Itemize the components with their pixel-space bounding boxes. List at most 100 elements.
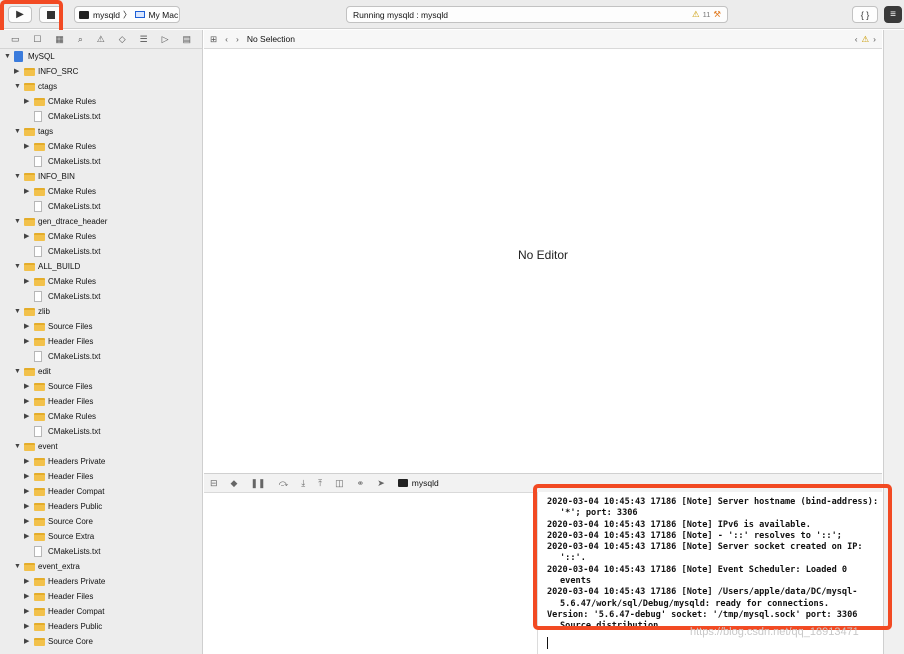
process-selector[interactable]: mysqld <box>397 478 439 488</box>
disclosure-closed-icon[interactable]: ▶ <box>24 529 29 544</box>
test-navigator-icon[interactable]: ◇ <box>119 34 126 45</box>
file-item[interactable]: CMakeLists.txt <box>0 199 202 214</box>
folder-item[interactable]: ▶ Header Files <box>0 334 202 349</box>
folder-item[interactable]: ▼ ALL_BUILD <box>0 259 202 274</box>
folder-item[interactable]: ▼ event_extra <box>0 559 202 574</box>
folder-item[interactable]: ▶ Header Files <box>0 469 202 484</box>
folder-item[interactable]: ▼ gen_dtrace_header <box>0 214 202 229</box>
disclosure-closed-icon[interactable]: ▶ <box>24 334 29 349</box>
pause-icon[interactable]: ❚❚ <box>250 478 265 489</box>
warning-icon[interactable]: ⚠ <box>862 34 870 45</box>
find-navigator-icon[interactable]: ⌕ <box>78 34 83 45</box>
step-over-icon[interactable]: ⤼ <box>279 478 289 489</box>
folder-item[interactable]: ▶ CMake Rules <box>0 409 202 424</box>
folder-item[interactable]: ▼ INFO_BIN <box>0 169 202 184</box>
disclosure-closed-icon[interactable]: ▶ <box>24 619 29 634</box>
folder-item[interactable]: ▶ Source Files <box>0 379 202 394</box>
disclosure-open-icon[interactable]: ▼ <box>14 214 21 229</box>
folder-item[interactable]: ▶ Header Files <box>0 589 202 604</box>
scheme-selector[interactable]: mysqld 〉 My Mac <box>74 6 180 23</box>
disclosure-closed-icon[interactable]: ▶ <box>24 604 29 619</box>
warnings-indicator[interactable]: ⚠ 11 ⚒ <box>692 9 721 20</box>
folder-item[interactable]: ▼ edit <box>0 364 202 379</box>
folder-item[interactable]: ▶ Headers Public <box>0 619 202 634</box>
folder-item[interactable]: ▶ Header Compat <box>0 604 202 619</box>
folder-item[interactable]: ▼ event <box>0 439 202 454</box>
library-button[interactable]: { } <box>852 6 878 23</box>
disclosure-closed-icon[interactable]: ▶ <box>14 64 19 79</box>
folder-item[interactable]: ▶ Headers Private <box>0 574 202 589</box>
disclosure-closed-icon[interactable]: ▶ <box>24 499 29 514</box>
symbol-navigator-icon[interactable]: ▦ <box>55 34 64 45</box>
disclosure-closed-icon[interactable]: ▶ <box>24 319 29 334</box>
report-navigator-icon[interactable]: ▤ <box>182 34 191 45</box>
disclosure-open-icon[interactable]: ▼ <box>14 259 21 274</box>
folder-item[interactable]: ▼ tags <box>0 124 202 139</box>
folder-item[interactable]: ▶ CMake Rules <box>0 274 202 289</box>
folder-item[interactable]: ▶ Source Files <box>0 319 202 334</box>
disclosure-open-icon[interactable]: ▼ <box>14 559 21 574</box>
folder-item[interactable]: ▶ Headers Private <box>0 454 202 469</box>
folder-item[interactable]: ▼ ctags <box>0 79 202 94</box>
disclosure-closed-icon[interactable]: ▶ <box>24 454 29 469</box>
disclosure-open-icon[interactable]: ▼ <box>14 169 21 184</box>
forward-arrow-icon[interactable]: › <box>236 34 239 44</box>
folder-item[interactable]: ▶ CMake Rules <box>0 94 202 109</box>
step-into-icon[interactable]: ⤓ <box>301 478 305 489</box>
source-control-icon[interactable]: ☐ <box>33 34 41 45</box>
disclosure-closed-icon[interactable]: ▶ <box>24 514 29 529</box>
next-issue-icon[interactable]: › <box>873 34 876 44</box>
folder-item[interactable]: ▶ Source Core <box>0 634 202 649</box>
disclosure-closed-icon[interactable]: ▶ <box>24 484 29 499</box>
disclosure-closed-icon[interactable]: ▶ <box>24 394 29 409</box>
folder-item[interactable]: ▶ Header Compat <box>0 484 202 499</box>
disclosure-closed-icon[interactable]: ▶ <box>24 574 29 589</box>
disclosure-open-icon[interactable]: ▼ <box>14 364 21 379</box>
folder-item[interactable]: ▶ CMake Rules <box>0 229 202 244</box>
previous-issue-icon[interactable]: ‹ <box>855 34 858 44</box>
disclosure-open-icon[interactable]: ▼ <box>14 304 21 319</box>
file-item[interactable]: CMakeLists.txt <box>0 349 202 364</box>
issue-navigator-icon[interactable]: ⚠ <box>97 34 105 45</box>
view-hierarchy-icon[interactable]: ◫ <box>335 478 344 489</box>
folder-item[interactable]: ▶ Headers Public <box>0 499 202 514</box>
disclosure-closed-icon[interactable]: ▶ <box>24 229 29 244</box>
folder-item[interactable]: ▶ CMake Rules <box>0 139 202 154</box>
folder-item[interactable]: ▶ INFO_SRC <box>0 64 202 79</box>
disclosure-closed-icon[interactable]: ▶ <box>24 409 29 424</box>
file-item[interactable]: CMakeLists.txt <box>0 154 202 169</box>
debug-navigator-icon[interactable]: ☰ <box>140 34 148 45</box>
file-item[interactable]: CMakeLists.txt <box>0 424 202 439</box>
folder-item[interactable]: ▼ MySQL <box>0 49 202 64</box>
file-item[interactable]: CMakeLists.txt <box>0 544 202 559</box>
disclosure-open-icon[interactable]: ▼ <box>14 124 21 139</box>
disclosure-open-icon[interactable]: ▼ <box>4 49 11 64</box>
memory-graph-icon[interactable]: ⚭ <box>357 478 365 489</box>
file-item[interactable]: CMakeLists.txt <box>0 109 202 124</box>
file-item[interactable]: CMakeLists.txt <box>0 289 202 304</box>
file-item[interactable]: CMakeLists.txt <box>0 244 202 259</box>
disclosure-open-icon[interactable]: ▼ <box>14 439 21 454</box>
folder-item[interactable]: ▼ zlib <box>0 304 202 319</box>
disclosure-closed-icon[interactable]: ▶ <box>24 469 29 484</box>
disclosure-closed-icon[interactable]: ▶ <box>24 634 29 649</box>
project-navigator-icon[interactable]: ▭ <box>11 34 20 45</box>
breakpoints-toggle-icon[interactable]: ◆ <box>231 478 238 489</box>
inspector-toggle-button[interactable]: ≡ <box>884 6 902 23</box>
folder-item[interactable]: ▶ Source Extra <box>0 529 202 544</box>
step-out-icon[interactable]: ⤒ <box>318 478 322 489</box>
disclosure-closed-icon[interactable]: ▶ <box>24 94 29 109</box>
disclosure-closed-icon[interactable]: ▶ <box>24 274 29 289</box>
disclosure-closed-icon[interactable]: ▶ <box>24 139 29 154</box>
folder-item[interactable]: ▶ CMake Rules <box>0 184 202 199</box>
disclosure-closed-icon[interactable]: ▶ <box>24 184 29 199</box>
location-icon[interactable]: ➤ <box>377 478 385 489</box>
disclosure-closed-icon[interactable]: ▶ <box>24 379 29 394</box>
breakpoint-navigator-icon[interactable]: ▷ <box>162 34 169 45</box>
folder-item[interactable]: ▶ Source Core <box>0 514 202 529</box>
folder-item[interactable]: ▶ Header Files <box>0 394 202 409</box>
related-items-icon[interactable]: ⊞ <box>210 34 217 45</box>
disclosure-closed-icon[interactable]: ▶ <box>24 589 29 604</box>
hide-debug-area-icon[interactable]: ⊟ <box>210 478 218 489</box>
back-arrow-icon[interactable]: ‹ <box>225 34 228 44</box>
